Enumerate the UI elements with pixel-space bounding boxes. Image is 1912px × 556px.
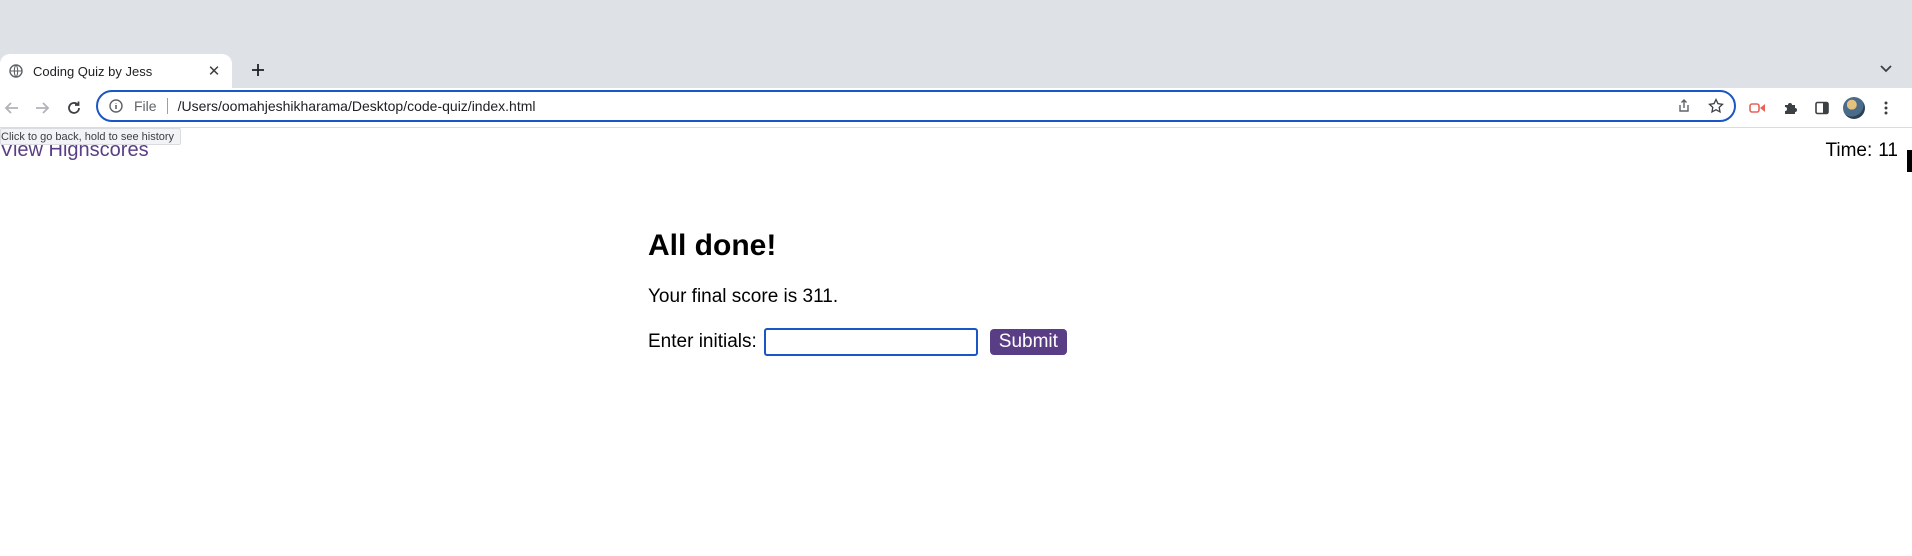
puzzle-icon[interactable] [1778, 96, 1802, 120]
reload-button[interactable] [62, 96, 86, 120]
menu-kebab-icon[interactable] [1874, 96, 1898, 120]
page-title: All done! [648, 229, 777, 262]
timer: Time: 11 [1825, 139, 1898, 163]
initials-label: Enter initials: [648, 331, 757, 352]
info-icon[interactable] [108, 98, 124, 114]
share-icon[interactable] [1670, 92, 1698, 120]
tab-search-button[interactable] [1874, 56, 1898, 80]
close-tab-icon[interactable]: ✕ [204, 61, 224, 81]
browser-toolbar: File /Users/oomahjeshikharama/Desktop/co… [0, 88, 1912, 128]
chevron-down-icon [1880, 65, 1892, 73]
url-scheme-label: File [134, 98, 157, 114]
end-screen: All done! Your final score is 311. Enter… [648, 226, 1067, 356]
profile-avatar[interactable] [1843, 97, 1865, 119]
timer-value: 11 [1878, 140, 1898, 161]
scrollbar-thumb[interactable] [1907, 150, 1912, 172]
reload-icon [68, 101, 80, 114]
forward-button[interactable] [30, 96, 54, 120]
tab-title: Coding Quiz by Jess [33, 63, 153, 79]
timer-label: Time: [1825, 140, 1873, 161]
final-score-text: Your final score is 311. [648, 286, 839, 307]
forward-arrow-icon [36, 102, 50, 114]
side-panel-icon[interactable] [1810, 96, 1834, 120]
initials-input[interactable] [763, 328, 978, 356]
bookmark-star-icon[interactable] [1702, 92, 1730, 120]
url-text[interactable]: /Users/oomahjeshikharama/Desktop/code-qu… [178, 98, 1670, 114]
back-button[interactable] [0, 96, 24, 120]
back-button-tooltip: Click to go back, hold to see history [0, 128, 182, 145]
tab-strip: Coding Quiz by Jess ✕ [0, 0, 1912, 88]
back-arrow-icon [4, 102, 18, 114]
browser-tab[interactable]: Coding Quiz by Jess ✕ [0, 54, 232, 88]
address-bar[interactable]: File /Users/oomahjeshikharama/Desktop/co… [96, 90, 1736, 122]
submit-button[interactable]: Submit [989, 329, 1067, 355]
initials-form: Enter initials: Submit [648, 328, 1067, 356]
divider [166, 98, 168, 114]
globe-icon [8, 63, 24, 79]
plus-icon [252, 64, 264, 76]
extension-icon[interactable] [1746, 96, 1770, 120]
new-tab-button[interactable] [246, 58, 270, 82]
